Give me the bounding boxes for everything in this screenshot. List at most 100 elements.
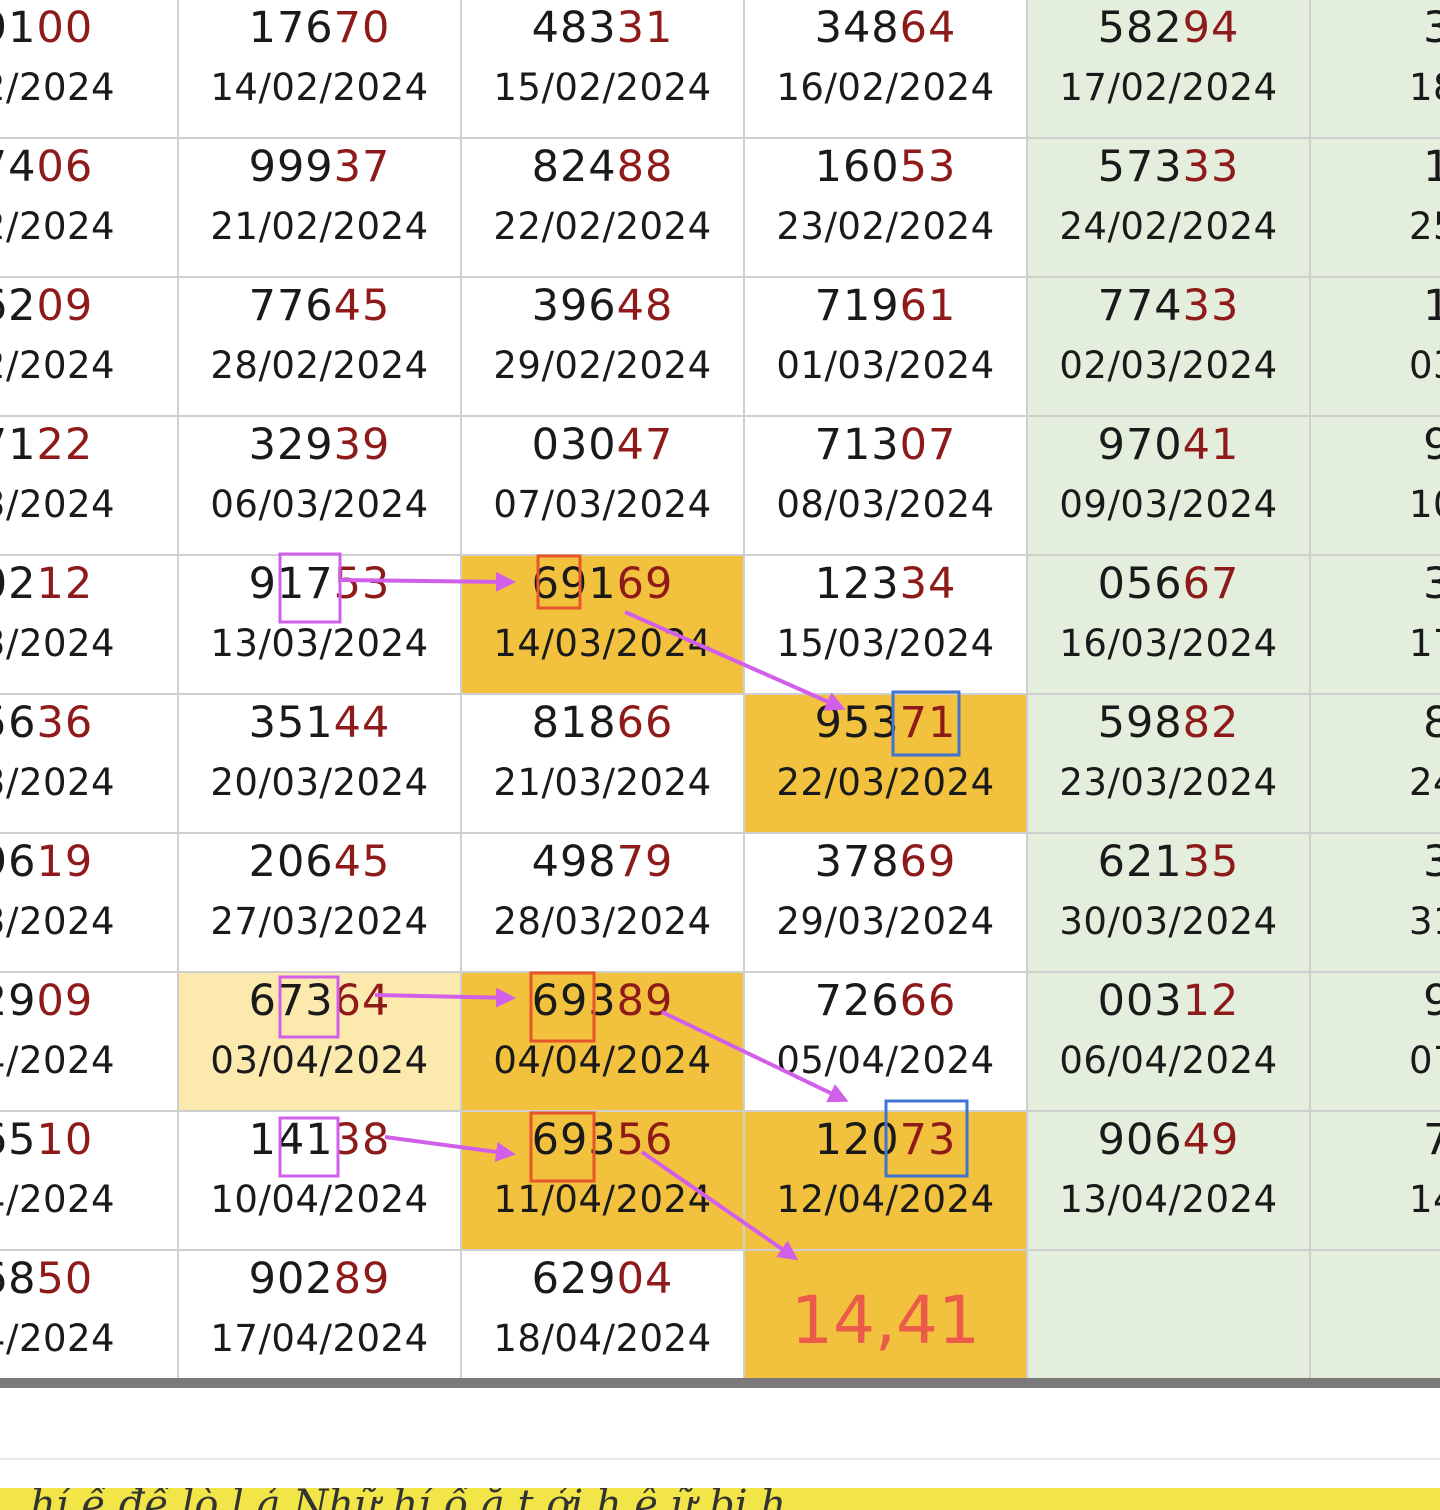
number-tail-digits: 12 [1182,976,1240,1026]
number-head-digits: 970 [1097,420,1183,470]
result-date: 05/04/2024 [776,1039,995,1082]
number-tail-digits: 10 [36,1115,94,1165]
number-head-digits: 999 [248,142,334,192]
result-number: 20645 [179,836,460,888]
number-head-digits: 17 [1423,281,1440,331]
result-number: 15 [1311,141,1440,193]
number-head-digits: 88 [1423,698,1440,748]
number-head-digits: 71 [0,420,37,470]
number-head-digits: 824 [531,142,617,192]
number-head-digits: 15 [1423,142,1440,192]
result-date: 03/04/2024 [210,1039,429,1082]
result-number: 67364 [179,975,460,1027]
number-head-digits: 498 [531,837,617,887]
result-number: 97041 [1028,419,1309,471]
result-cell: 67364 03/04/2024 [179,973,462,1112]
number-head-digits: 329 [248,420,334,470]
result-cell: 37869 29/03/2024 [745,834,1028,973]
result-date: 25/0 [1408,205,1440,248]
result-date: 15/03/2024 [776,622,995,665]
result-date: 16/02/2024 [776,66,995,109]
result-date: 31/0 [1408,900,1440,943]
number-head-digits: 206 [248,837,334,887]
result-number: 88 [1311,697,1440,749]
number-head-digits: 141 [248,1115,334,1165]
result-number: 62135 [1028,836,1309,888]
result-cell: 97041 09/03/2024 [1028,417,1311,556]
result-date: 18/04/2024 [493,1317,712,1360]
number-tail-digits: 70 [333,3,391,53]
result-number: 81866 [462,697,743,749]
number-head-digits: 030 [531,420,617,470]
number-head-digits: 176 [248,3,334,53]
number-head-digits: 691 [531,559,617,609]
result-cell: 6209 02/2024 [0,278,179,417]
result-number: 93 [1311,975,1440,1027]
number-head-digits: 902 [248,1254,334,1304]
result-date: 30/03/2024 [1059,900,1278,943]
result-cell: 12334 15/03/2024 [745,556,1028,695]
result-cell: 34864 16/02/2024 [745,0,1028,139]
number-tail-digits: 50 [36,1254,94,1304]
result-cell: 6510 04/2024 [0,1112,179,1251]
number-tail-digits: 33 [1182,142,1240,192]
result-cell [1028,1251,1311,1380]
result-number: 71961 [745,280,1026,332]
number-head-digits: 673 [248,976,334,1026]
result-date: 29/02/2024 [493,344,712,387]
number-head-digits: 693 [531,976,617,1026]
result-cell: 49879 28/03/2024 [462,834,745,973]
number-tail-digits: 31 [616,3,674,53]
result-date: 09/03/2024 [1059,483,1278,526]
result-number: 39 [1311,558,1440,610]
result-number: 91753 [179,558,460,610]
result-cell: 91753 13/03/2024 [179,556,462,695]
number-tail-digits: 39 [333,420,391,470]
result-cell: 00312 06/04/2024 [1028,973,1311,1112]
result-cell: 77645 28/02/2024 [179,278,462,417]
result-number: 36 [1311,836,1440,888]
lottery-results-grid: 910002/2024740602/2024620902/2024712203/… [0,0,1440,1380]
number-head-digits: 726 [814,976,900,1026]
result-cell: 17 03/0 [1311,278,1440,417]
result-date: 04/2024 [0,1039,116,1082]
result-cell: 32939 06/03/2024 [179,417,462,556]
number-tail-digits: 69 [616,559,674,609]
number-tail-digits: 79 [616,837,674,887]
result-number: 48331 [462,2,743,54]
result-date: 04/04/2024 [493,1039,712,1082]
number-tail-digits: 12 [36,559,94,609]
result-date: 03/2024 [0,622,116,665]
number-tail-digits: 37 [333,142,391,192]
result-cell: 57333 24/02/2024 [1028,139,1311,278]
result-number: 37869 [745,836,1026,888]
result-number: 77433 [1028,280,1309,332]
result-date: 28/03/2024 [493,900,712,943]
table-bottom-border [0,1378,1440,1388]
number-head-digits: 65 [0,1115,37,1165]
result-cell: 95371 22/03/2024 [745,695,1028,834]
result-number: 49879 [462,836,743,888]
result-cell: 71961 01/03/2024 [745,278,1028,417]
result-date: 29/03/2024 [776,900,995,943]
number-head-digits: 056 [1097,559,1183,609]
number-head-digits: 693 [531,1115,617,1165]
number-tail-digits: 66 [899,976,957,1026]
result-cell: 12073 12/04/2024 [745,1112,1028,1251]
result-number: 6209 [0,280,177,332]
result-cell: 35144 20/03/2024 [179,695,462,834]
result-number: 00312 [1028,975,1309,1027]
result-cell: 69356 11/04/2024 [462,1112,745,1251]
result-cell: 90649 13/04/2024 [1028,1112,1311,1251]
result-number: 7406 [0,141,177,193]
result-date: 04/2024 [0,1317,116,1360]
result-date: 17/04/2024 [210,1317,429,1360]
result-cell: 62135 30/03/2024 [1028,834,1311,973]
result-cell: 48331 15/02/2024 [462,0,745,139]
number-tail-digits: 53 [899,142,957,192]
result-cell: 77433 02/03/2024 [1028,278,1311,417]
number-tail-digits: 36 [36,698,94,748]
number-head-digits: 396 [531,281,617,331]
result-number: 32939 [179,419,460,471]
number-tail-digits: 73 [899,1115,957,1165]
